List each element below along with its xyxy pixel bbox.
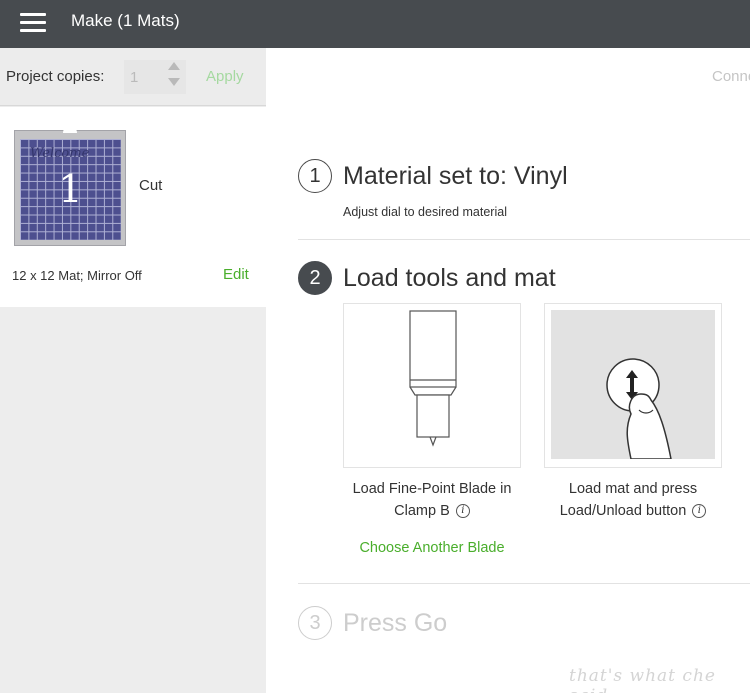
step-2-title: Load tools and mat [343,264,556,292]
top-bar: Make (1 Mats) [0,0,750,48]
load-unload-button-icon [606,358,672,460]
step-1-title: Material set to: Vinyl [343,162,568,190]
load-mat-card [544,303,722,468]
step-1-number: 1 [298,159,332,193]
mat-hook [63,126,77,133]
blade-caption-line-2: Clamp B [394,503,450,519]
fine-point-blade-icon [409,310,457,447]
mat-design-preview: Welcome [30,146,90,161]
project-copies-label: Project copies: [6,68,105,85]
watermark: that's what che said [569,666,716,693]
mat-grid: Welcome 1 [20,139,121,240]
sidebar: Project copies: Apply Welcome 1 Cut 12 x… [0,48,266,693]
chevron-up-icon[interactable] [168,62,180,70]
divider [298,583,750,584]
blade-card [343,303,521,468]
mat-operation-label: Cut [139,177,163,194]
load-mat-caption-line-2: Load/Unload button [559,503,687,519]
mat-description: 12 x 12 Mat; Mirror Off [12,268,142,283]
step-2-number: 2 [298,261,332,295]
info-icon[interactable]: i [455,504,470,519]
apply-button[interactable]: Apply [206,68,244,85]
divider [298,239,750,240]
load-mat-caption-line-1: Load mat and press [568,481,698,497]
step-3-title: Press Go [343,609,448,637]
step-1-subtitle: Adjust dial to desired material [343,205,507,219]
mat-card[interactable]: Welcome 1 Cut 12 x 12 Mat; Mirror Off Ed… [0,107,266,307]
load-mat-illustration [551,310,715,460]
choose-another-blade-link[interactable]: Choose Another Blade [343,540,521,556]
project-copies-row: Project copies: Apply [0,48,266,106]
blade-caption: Load Fine-Point Blade in Clamp B i [343,478,521,522]
load-mat-caption: Load mat and press Load/Unload button i [544,478,722,522]
step-3-number: 3 [298,606,332,640]
mat-number: 1 [58,167,83,211]
edit-mat-button[interactable]: Edit [223,266,249,283]
hamburger-menu-icon[interactable] [20,13,46,33]
mat-thumbnail[interactable]: Welcome 1 [14,126,126,246]
chevron-down-icon[interactable] [168,78,180,86]
info-icon[interactable]: i [692,504,707,519]
connect-machine-button[interactable]: Conne [712,68,750,85]
blade-caption-line-1: Load Fine-Point Blade in [352,481,512,497]
page-title: Make (1 Mats) [71,11,180,30]
